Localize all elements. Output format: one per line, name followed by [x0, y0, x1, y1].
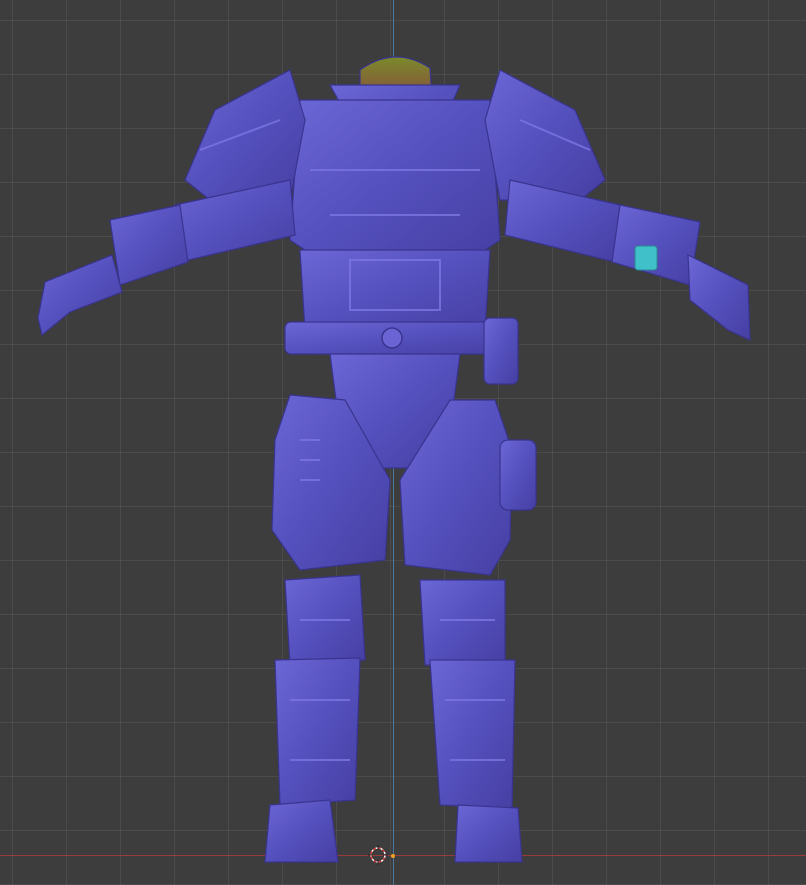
right-knee [419, 579, 506, 666]
right-forearm [611, 204, 701, 286]
left-forearm [109, 204, 189, 286]
thigh-pouch [499, 439, 537, 511]
left-boot [264, 799, 339, 863]
wrist-display [634, 245, 658, 271]
belt-pouch [483, 317, 519, 385]
left-hand [37, 254, 123, 337]
abdomen [299, 249, 491, 331]
right-shoulder [484, 69, 606, 201]
belt-buckle [381, 327, 403, 349]
right-hand [687, 254, 751, 341]
armor-suit-model[interactable] [0, 0, 806, 885]
right-boot [454, 804, 523, 863]
3d-viewport[interactable] [0, 0, 806, 885]
right-upper-arm [504, 179, 621, 263]
3d-cursor-icon[interactable] [368, 845, 388, 865]
right-shin [429, 659, 516, 809]
chest-plate [289, 99, 501, 261]
object-origin-icon [391, 854, 395, 858]
left-upper-arm [174, 179, 296, 263]
left-shin [274, 657, 361, 806]
